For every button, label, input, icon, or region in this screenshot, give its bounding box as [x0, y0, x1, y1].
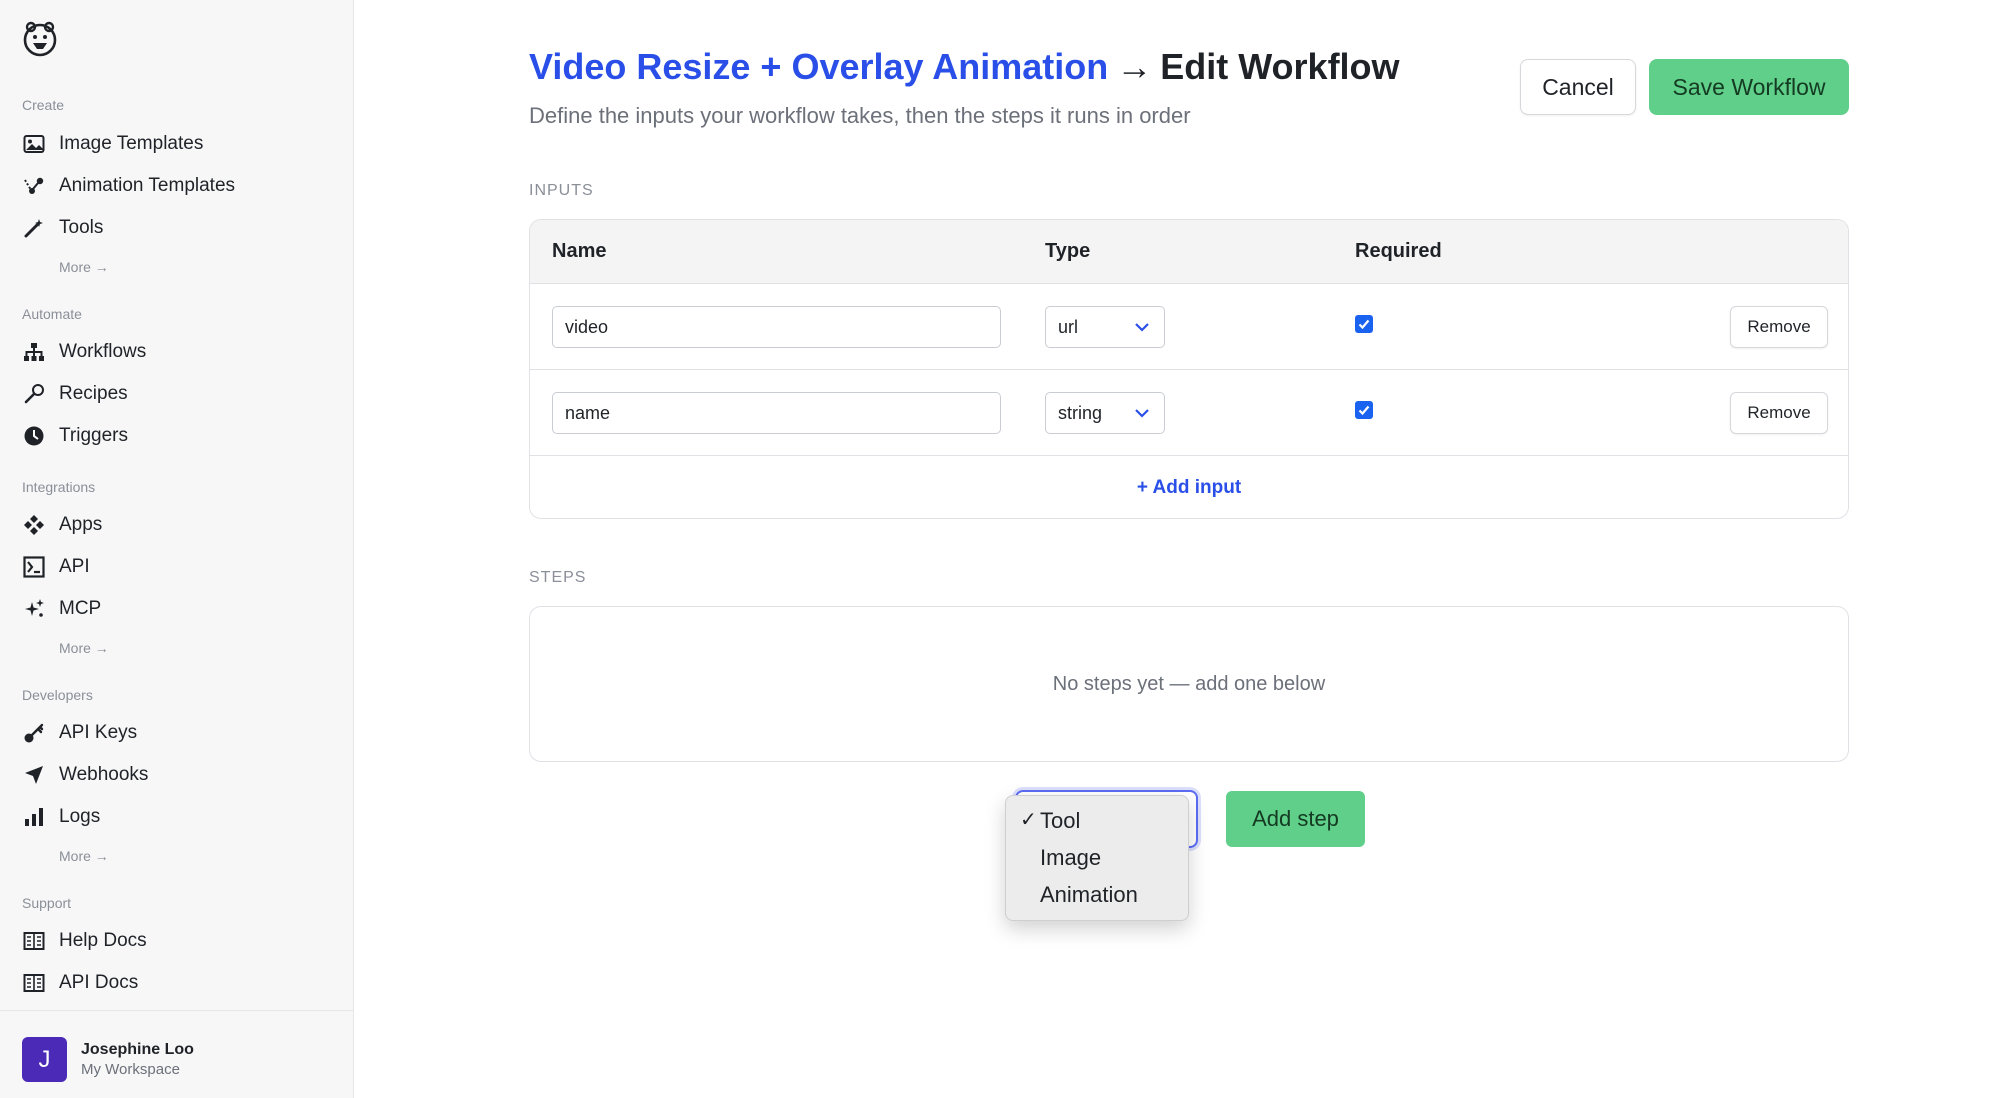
sidebar-item-animation-templates[interactable]: Animation Templates — [22, 170, 235, 202]
add-input-button[interactable]: + Add input — [530, 456, 1848, 518]
column-header-name: Name — [552, 240, 607, 262]
sidebar-item-webhooks[interactable]: Webhooks — [22, 759, 148, 791]
sidebar-item-label: MCP — [59, 598, 102, 619]
type-select-value: url — [1058, 317, 1079, 337]
chevron-down-icon — [1135, 323, 1149, 332]
sidebar-item-label: Help Docs — [59, 930, 147, 951]
sidebar-item-mcp[interactable]: MCP — [22, 593, 101, 625]
page-subtitle: Define the inputs your workflow takes, t… — [529, 103, 1191, 128]
sidebar-item-label: Image Templates — [59, 133, 204, 154]
table-header: Name Type Required — [530, 220, 1848, 284]
book-icon — [22, 929, 46, 953]
remove-input-button[interactable]: Remove — [1730, 392, 1828, 434]
sidebar-item-label: API — [59, 556, 90, 577]
breadcrumb-workflow-name[interactable]: Video Resize + Overlay Animation — [529, 46, 1108, 87]
more-link-developers[interactable]: More → — [59, 848, 109, 864]
section-label-create: Create — [22, 97, 65, 113]
checkmark-icon — [1358, 319, 1370, 330]
bear-logo-icon[interactable] — [22, 18, 58, 60]
checkmark-icon — [1358, 405, 1370, 416]
sidebar-item-workflows[interactable]: Workflows — [22, 336, 146, 368]
input-type-select[interactable]: url — [1045, 306, 1165, 348]
apps-icon — [22, 513, 46, 537]
input-name-field[interactable]: name — [552, 392, 1001, 434]
required-checkbox[interactable] — [1355, 315, 1373, 333]
send-icon — [22, 763, 46, 787]
sidebar-item-label: API Docs — [59, 972, 139, 993]
section-label-developers: Developers — [22, 687, 93, 703]
sidebar-item-label: Apps — [59, 514, 103, 535]
dropdown-option-image[interactable]: Image — [1006, 839, 1188, 876]
user-name: Josephine Loo — [81, 1041, 194, 1058]
breadcrumb-arrow-icon: → — [1116, 46, 1153, 87]
empty-state-text: No steps yet — add one below — [1052, 672, 1326, 695]
inputs-table: Name Type Required video url Remove name… — [529, 219, 1849, 519]
sidebar-item-recipes[interactable]: Recipes — [22, 378, 128, 410]
table-row: name string Remove — [530, 370, 1848, 456]
sidebar-item-label: API Keys — [59, 722, 138, 743]
sidebar-item-label: Recipes — [59, 383, 128, 404]
dropdown-option-label: Animation — [1040, 882, 1138, 907]
type-select-value: string — [1058, 403, 1103, 423]
dropdown-option-tool[interactable]: ✓ Tool — [1006, 802, 1188, 839]
required-checkbox[interactable] — [1355, 401, 1373, 419]
steps-section-label: STEPS — [529, 569, 587, 586]
inputs-section-label: INPUTS — [529, 182, 594, 199]
clock-icon — [22, 424, 46, 448]
sidebar-item-label: Triggers — [59, 425, 128, 446]
sidebar-item-image-templates[interactable]: Image Templates — [22, 128, 203, 160]
book-icon — [22, 971, 46, 995]
column-header-type: Type — [1045, 240, 1091, 262]
add-step-button[interactable]: Add step — [1226, 791, 1365, 847]
avatar[interactable]: J — [22, 1037, 67, 1082]
remove-input-button[interactable]: Remove — [1730, 306, 1828, 348]
magic-wand-icon — [22, 216, 46, 240]
chevron-down-icon — [1135, 409, 1149, 418]
sidebar-item-label: Webhooks — [59, 764, 149, 785]
input-type-select[interactable]: string — [1045, 392, 1165, 434]
steps-empty-state: No steps yet — add one below — [529, 606, 1849, 762]
workflow-icon — [22, 340, 46, 364]
sidebar: Create Image Templates Animation Templat… — [0, 0, 354, 1098]
input-name-field[interactable]: video — [552, 306, 1001, 348]
checkmark-icon: ✓ — [1020, 809, 1037, 831]
recipe-icon — [22, 382, 46, 406]
sidebar-item-api[interactable]: API — [22, 551, 90, 583]
workspace-name: My Workspace — [81, 1061, 180, 1078]
sparkle-icon — [22, 597, 46, 621]
sidebar-item-triggers[interactable]: Triggers — [22, 420, 128, 452]
sidebar-item-api-docs[interactable]: API Docs — [22, 967, 138, 999]
more-link-integrations[interactable]: More → — [59, 640, 109, 656]
sidebar-item-apps[interactable]: Apps — [22, 509, 102, 541]
step-type-dropdown-menu: ✓ Tool Image Animation — [1005, 795, 1189, 921]
sidebar-item-api-keys[interactable]: API Keys — [22, 717, 137, 749]
save-workflow-button[interactable]: Save Workflow — [1649, 59, 1849, 115]
section-label-automate: Automate — [22, 306, 82, 322]
animation-icon — [22, 174, 46, 198]
page-title: Video Resize + Overlay Animation → Edit Wo… — [529, 46, 1400, 88]
image-icon — [22, 132, 46, 156]
bar-chart-icon — [22, 805, 46, 829]
dropdown-option-animation[interactable]: Animation — [1006, 876, 1188, 913]
sidebar-item-label: Logs — [59, 806, 101, 827]
sidebar-item-label: Tools — [59, 217, 104, 238]
cancel-button[interactable]: Cancel — [1520, 59, 1636, 115]
section-label-integrations: Integrations — [22, 479, 96, 495]
more-link-create[interactable]: More → — [59, 259, 109, 275]
user-profile[interactable]: J Josephine Loo My Workspace — [0, 1010, 353, 1098]
dropdown-option-label: Tool — [1040, 808, 1081, 833]
sidebar-item-label: Animation Templates — [59, 175, 236, 196]
column-header-required: Required — [1355, 240, 1442, 262]
terminal-icon — [22, 555, 46, 579]
dropdown-option-label: Image — [1040, 845, 1102, 870]
sidebar-item-help-docs[interactable]: Help Docs — [22, 925, 147, 957]
sidebar-item-logs[interactable]: Logs — [22, 801, 100, 833]
key-icon — [22, 721, 46, 745]
section-label-support: Support — [22, 895, 72, 911]
page-title-current: Edit Workflow — [1160, 46, 1400, 87]
sidebar-item-label: Workflows — [59, 341, 147, 362]
table-row: video url Remove — [530, 284, 1848, 370]
sidebar-item-tools[interactable]: Tools — [22, 212, 103, 244]
